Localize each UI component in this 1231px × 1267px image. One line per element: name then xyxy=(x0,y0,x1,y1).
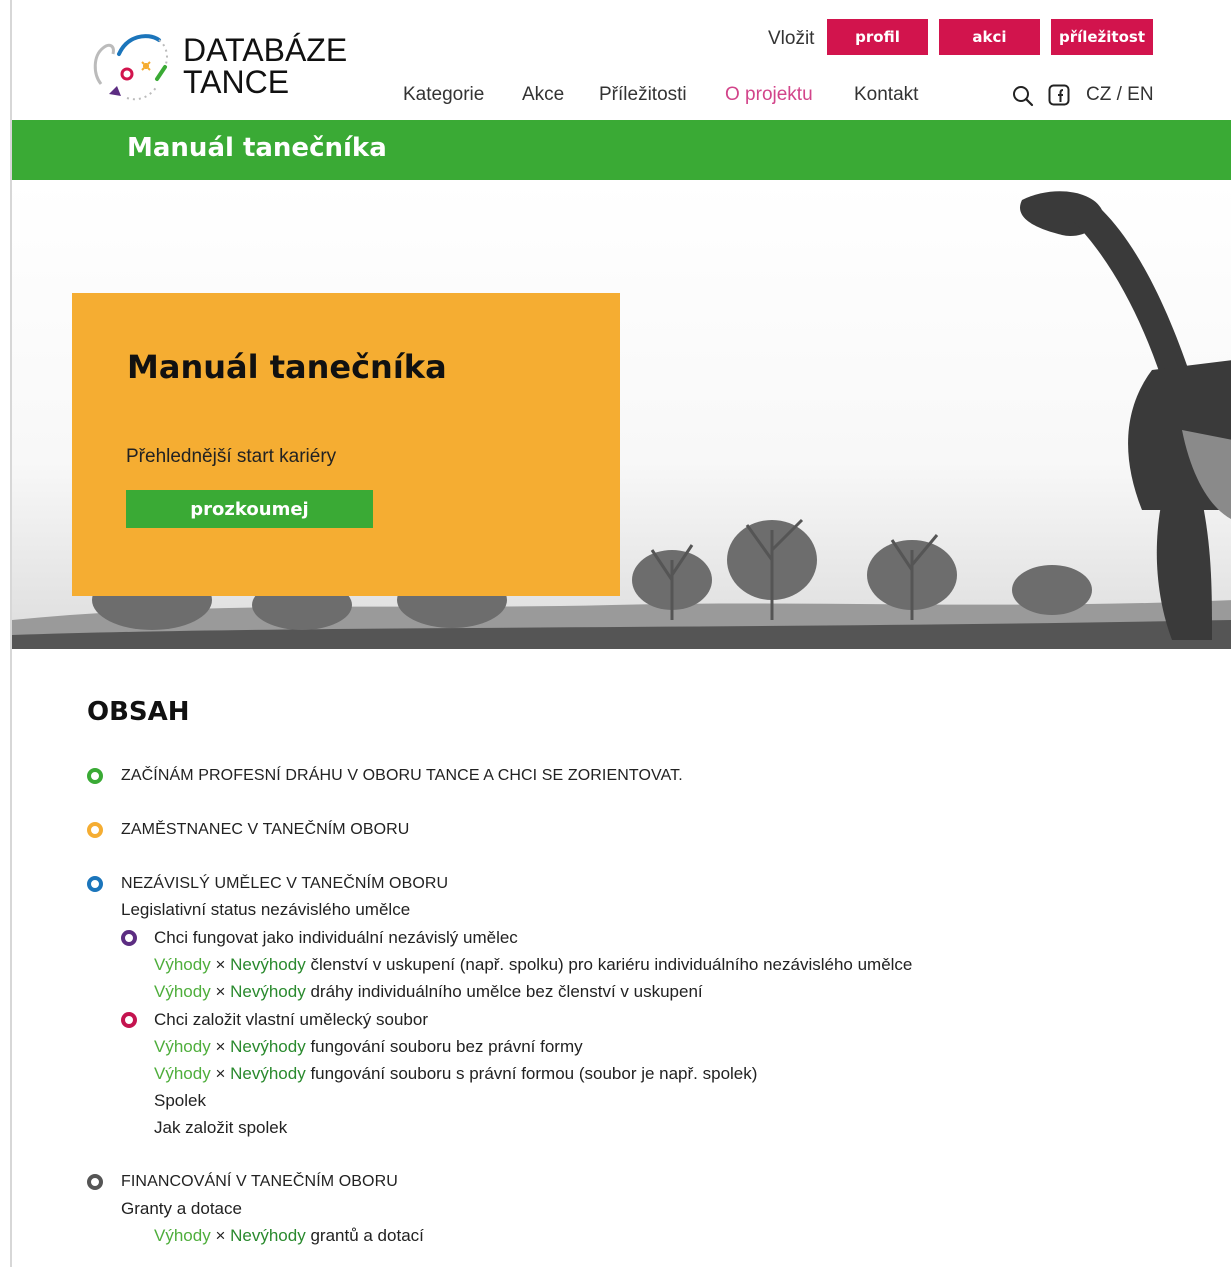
language-switch[interactable]: CZ / EN xyxy=(1086,84,1154,106)
insert-label: Vložit xyxy=(768,28,815,49)
hero-title: Manuál tanečníka xyxy=(127,348,447,386)
disadvantages-link[interactable]: Nevýhody xyxy=(230,955,306,974)
toc-item-3b1-text: fungování souboru bez právní formy xyxy=(310,1037,583,1056)
nav-item-akce[interactable]: Akce xyxy=(522,84,564,106)
disadvantages-link[interactable]: Nevýhody xyxy=(230,982,306,1001)
advantages-link[interactable]: Výhody xyxy=(154,982,211,1001)
nav-item-o-projektu[interactable]: O projektu xyxy=(725,84,813,106)
toc-bullet-magenta-icon xyxy=(121,1012,137,1028)
toc-item-3b3[interactable]: Spolek xyxy=(154,1091,206,1111)
toc-bullet-purple-icon xyxy=(121,930,137,946)
insert-event-button[interactable]: akci xyxy=(939,19,1040,55)
toc-item-2[interactable]: ZAMĚSTNANEC V TANEČNÍM OBORU xyxy=(121,821,409,839)
advantages-link[interactable]: Výhody xyxy=(154,1226,211,1245)
toc-item-4-sub[interactable]: Granty a dotace xyxy=(121,1199,242,1219)
logo-mark-icon xyxy=(93,34,168,101)
facebook-icon[interactable] xyxy=(1048,84,1070,106)
toc-bullet-orange-icon xyxy=(87,822,103,838)
insert-opportunity-button[interactable]: příležitost xyxy=(1051,19,1153,55)
hero-card xyxy=(72,293,620,596)
toc-item-3b4[interactable]: Jak založit spolek xyxy=(154,1118,287,1138)
disadvantages-link[interactable]: Nevýhody xyxy=(230,1064,306,1083)
toc-item-3b1[interactable]: Výhody × Nevýhody fungování souboru bez … xyxy=(154,1037,583,1057)
toc-bullet-blue-icon xyxy=(87,876,103,892)
section-bar-title: Manuál tanečníka xyxy=(127,133,387,163)
toc-item-4-sub1-text: grantů a dotací xyxy=(310,1226,424,1245)
logo-line1: DATABÁZE xyxy=(183,32,348,68)
search-icon[interactable] xyxy=(1012,85,1034,107)
toc-item-3a2-text: dráhy individuálního umělce bez členství… xyxy=(310,982,703,1001)
toc-item-3b2[interactable]: Výhody × Nevýhody fungování souboru s pr… xyxy=(154,1064,757,1084)
times-sign: × xyxy=(215,1226,226,1245)
logo[interactable]: DATABÁZE TANCE xyxy=(87,24,367,108)
disadvantages-link[interactable]: Nevýhody xyxy=(230,1037,306,1056)
nav-item-kategorie[interactable]: Kategorie xyxy=(403,84,484,106)
toc-item-3a2[interactable]: Výhody × Nevýhody dráhy individuálního u… xyxy=(154,982,703,1002)
nav-item-prilezitosti[interactable]: Příležitosti xyxy=(599,84,687,106)
toc-item-1[interactable]: ZAČÍNÁM PROFESNÍ DRÁHU V OBORU TANCE A C… xyxy=(121,767,683,785)
times-sign: × xyxy=(215,982,226,1001)
toc-item-4[interactable]: FINANCOVÁNÍ V TANEČNÍM OBORU xyxy=(121,1173,398,1191)
toc-bullet-grey-icon xyxy=(87,1174,103,1190)
insert-profile-button[interactable]: profil xyxy=(827,19,928,55)
advantages-link[interactable]: Výhody xyxy=(154,1064,211,1083)
toc-item-3a1-text: členství v uskupení (např. spolku) pro k… xyxy=(310,955,913,974)
toc-item-3[interactable]: NEZÁVISLÝ UMĚLEC V TANEČNÍM OBORU xyxy=(121,875,448,893)
toc-item-4-sub1[interactable]: Výhody × Nevýhody grantů a dotací xyxy=(154,1226,424,1246)
toc-item-3b2-text: fungování souboru s právní formou (soubo… xyxy=(310,1064,758,1083)
advantages-link[interactable]: Výhody xyxy=(154,955,211,974)
toc-bullet-green-icon xyxy=(87,768,103,784)
nav-item-kontakt[interactable]: Kontakt xyxy=(854,84,918,106)
explore-button[interactable]: prozkoumej xyxy=(126,490,373,528)
page: DATABÁZE TANCE Vložit profil akci přílež… xyxy=(10,0,1231,1267)
times-sign: × xyxy=(215,1064,226,1083)
hero-subtitle: Přehlednější start kariéry xyxy=(126,446,337,467)
toc-heading: OBSAH xyxy=(87,697,190,727)
toc-item-3a[interactable]: Chci fungovat jako individuální nezávisl… xyxy=(154,928,518,948)
toc-item-3-status[interactable]: Legislativní status nezávislého umělce xyxy=(121,900,410,920)
toc-item-3b[interactable]: Chci založit vlastní umělecký soubor xyxy=(154,1010,428,1030)
times-sign: × xyxy=(215,955,226,974)
toc-item-3a1[interactable]: Výhody × Nevýhody členství v uskupení (n… xyxy=(154,955,912,975)
disadvantages-link[interactable]: Nevýhody xyxy=(230,1226,306,1245)
logo-text: DATABÁZE TANCE xyxy=(183,34,347,98)
logo-line2: TANCE xyxy=(183,64,290,100)
times-sign: × xyxy=(215,1037,226,1056)
advantages-link[interactable]: Výhody xyxy=(154,1037,211,1056)
